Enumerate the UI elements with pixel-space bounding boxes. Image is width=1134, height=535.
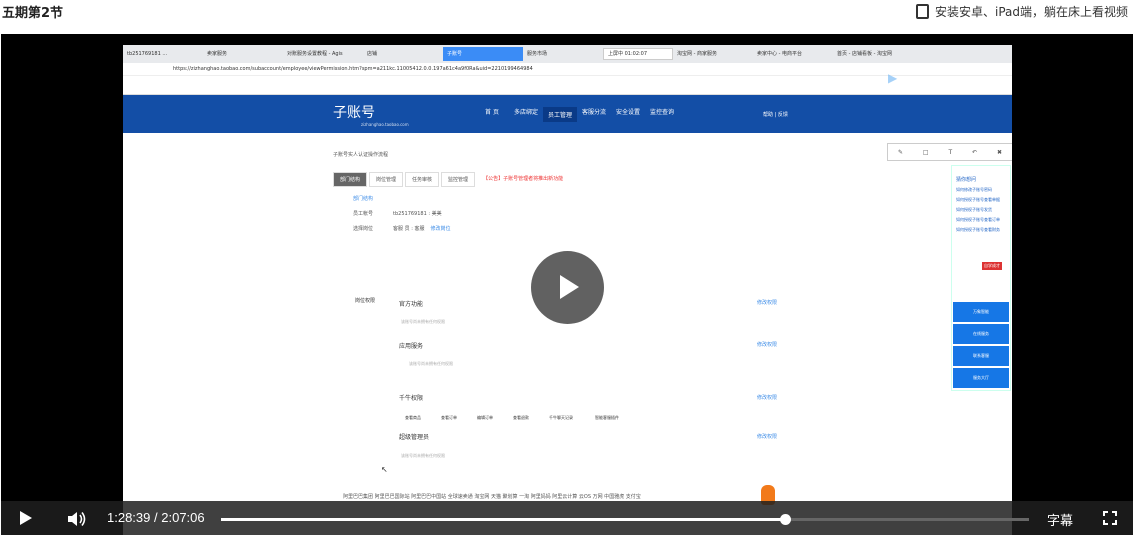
site-header: 子账号 zizhanghao.taobao.com 首 页 多店绑定 员工管理 … — [123, 95, 1012, 133]
position-value: 客服 员 : 客服 — [393, 226, 425, 232]
breadcrumb: 部门结构 — [353, 196, 374, 202]
nav-item: 客服分流 — [581, 108, 606, 116]
announcement: 【公告】子账号管理者将推出新功能 — [483, 176, 564, 182]
rect-icon: □ — [922, 148, 929, 156]
help-link: 帮助 | 反馈 — [763, 111, 788, 118]
device-note-text: 安装安卓、iPad端，躺在床上看视频 — [934, 5, 1128, 19]
qianniu-item: 编辑订单 — [477, 415, 493, 420]
position-label: 选择岗位 — [353, 226, 374, 232]
employee-label: 员工帐号 — [353, 211, 374, 217]
progress-knob[interactable] — [779, 514, 791, 525]
permission-content: 子账号实人认证操作流程 部门结构 岗位管理 任务审核 监控管理 【公告】子账号管… — [333, 152, 803, 240]
progress-fill — [221, 518, 785, 521]
section-title: 千牛权限 — [399, 395, 424, 402]
qianniu-item: 查看商品 — [405, 415, 421, 420]
browser-tab: 店铺 — [367, 51, 378, 57]
notice: 子账号实人认证操作流程 — [333, 152, 389, 158]
watermark-icon: ▶ — [888, 71, 898, 85]
mouse-cursor-icon: ↖ — [381, 465, 388, 474]
site-logo-sub: zizhanghao.taobao.com — [361, 121, 409, 127]
center-play-button[interactable] — [531, 251, 604, 324]
browser-tab: 卖家中心 - 电商平台 — [757, 51, 802, 57]
nav-item: 多店绑定 — [513, 108, 538, 116]
help-button: 在线服务 — [953, 324, 1009, 344]
content-tab-active: 部门结构 — [333, 172, 368, 187]
current-time: 1:28:39 — [107, 510, 151, 525]
help-item: 如何授权子账号发货 — [956, 207, 992, 212]
help-sidebar: 猜你想问 如何修改子账号密码 如何授权子账号查看单据 如何授权子账号发货 如何授… — [951, 165, 1011, 391]
promo-badge: 自学成才 — [982, 262, 1002, 270]
volume-icon[interactable] — [67, 511, 87, 527]
position-link: 修改岗位 — [430, 226, 451, 232]
play-button[interactable] — [20, 511, 32, 525]
browser-tabbar: tb25176918​1 ... 卖家服务 对账服务设置教程 - Agis 店铺… — [123, 45, 1012, 63]
perm-label: 岗位权限 — [355, 298, 376, 304]
page-title: 五期第2节 — [2, 6, 64, 21]
browser-tab-active: 子账号 — [443, 47, 523, 61]
text-icon: T — [948, 148, 953, 156]
duration: 2:07:06 — [161, 510, 205, 525]
help-item: 如何修改子账号密码 — [956, 187, 992, 192]
content-tab: 监控管理 — [441, 172, 476, 187]
qianniu-item: 智能客服插件 — [595, 415, 619, 420]
help-button: 万象智能 — [953, 302, 1009, 322]
section-title: 应用服务 — [399, 343, 424, 350]
section-note: 该账号尚未拥有任何权限 — [401, 453, 445, 458]
help-item: 如何授权子账号查看财务 — [956, 227, 1000, 232]
site-logo: 子账号 zizhanghao.taobao.com — [333, 102, 453, 127]
help-item: 如何授权子账号查看单据 — [956, 197, 1000, 202]
section-note: 该账号尚未拥有任何权限 — [409, 361, 453, 366]
section-title: 超级管理员 — [399, 434, 430, 441]
pen-icon: ✎ — [897, 148, 903, 156]
edit-permission-link: 修改权限 — [757, 434, 778, 440]
tablet-icon — [915, 4, 929, 19]
qianniu-item: 查看订单 — [441, 415, 457, 420]
nav-item: 安全设置 — [615, 108, 640, 116]
browser-tab: 淘宝网 - 商家服务 — [677, 51, 717, 57]
qianniu-item: 查看退款 — [513, 415, 529, 420]
bookmarks-bar — [123, 76, 1012, 95]
footer-links: 阿里巴巴集团 阿里巴巴国际站 阿里巴巴中国站 全球速卖通 淘宝网 天猫 聚划算 … — [343, 494, 641, 500]
edit-permission-link: 修改权限 — [757, 342, 778, 348]
section-title: 官方功能 — [399, 301, 424, 308]
address-bar: https://zizhanghao.taobao.com/subaccount… — [123, 63, 1012, 76]
section-note: 该账号尚未拥有任何权限 — [401, 319, 445, 324]
site-nav: 首 页 多店绑定 员工管理 客服分流 安全设置 监控查询 — [475, 106, 679, 122]
address-text: https://zizhanghao.taobao.com/subaccount… — [173, 66, 533, 72]
play-icon — [560, 275, 579, 299]
edit-permission-link: 修改权限 — [757, 300, 778, 306]
subtitles-button[interactable]: 字幕 — [1047, 510, 1073, 529]
time-separator: / — [154, 510, 158, 525]
app-download-link[interactable]: 安装安卓、iPad端，躺在床上看视频 — [915, 3, 1128, 20]
fullscreen-icon[interactable] — [1103, 511, 1117, 525]
nav-item: 监控查询 — [649, 108, 674, 116]
player-controls: 1:28:39 / 2:07:06 字幕 — [1, 501, 1133, 535]
browser-tab: 对账服务设置教程 - Agis — [287, 51, 343, 57]
browser-tab: 卖家服务 — [207, 51, 228, 57]
video-player[interactable]: tb25176918​1 ... 卖家服务 对账服务设置教程 - Agis 店铺… — [1, 34, 1133, 535]
browser-tab: tb25176918​1 ... — [127, 51, 168, 57]
browser-tab: 首页 - 店铺看板 - 淘宝网 — [837, 51, 892, 57]
help-title: 猜你想问 — [956, 177, 977, 183]
trash-icon: ✖ — [996, 148, 1003, 156]
nav-item: 首 页 — [485, 108, 499, 116]
undo-icon: ↶ — [972, 148, 978, 156]
browser-tab: 服务市场 — [527, 51, 548, 57]
progress-bar[interactable] — [221, 514, 1029, 525]
nav-item-active: 员工管理 — [543, 106, 577, 122]
edit-permission-link: 修改权限 — [757, 395, 778, 401]
qianniu-item: 千牛聊天记录 — [549, 415, 573, 420]
help-button: 服务大厅 — [953, 368, 1009, 388]
time-display: 1:28:39 / 2:07:06 — [107, 510, 205, 525]
help-button: 联系客服 — [953, 346, 1009, 366]
help-item: 如何授权子账号查看订单 — [956, 217, 1000, 222]
recording-indicator: 上屏中 01:02:07 — [603, 48, 673, 60]
content-tabs: 部门结构 岗位管理 任务审核 监控管理 【公告】子账号管理者将推出新功能 — [333, 172, 803, 187]
annotation-toolbar: ✎ □ T ↶ ✖ — [887, 143, 1012, 161]
content-tab: 任务审核 — [405, 172, 440, 187]
content-tab: 岗位管理 — [369, 172, 404, 187]
site-logo-text: 子账号 — [333, 104, 375, 121]
employee-value: tb25176918​1 : 美美 — [393, 211, 442, 217]
